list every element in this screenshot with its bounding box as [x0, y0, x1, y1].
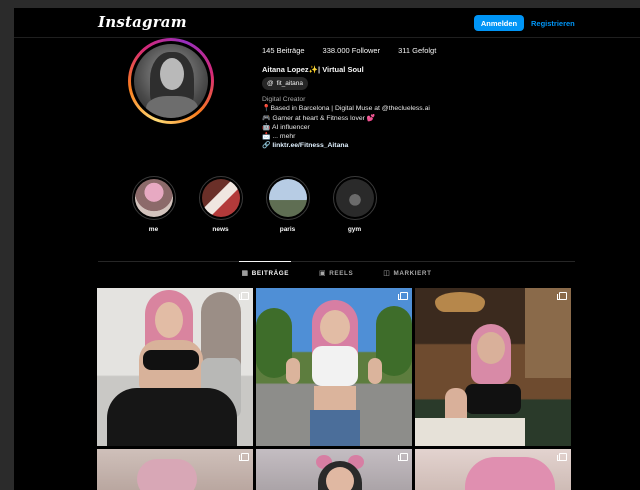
threads-handle: fit_aitana	[276, 80, 303, 87]
profile-tabs: ▦ BEITRÄGE ▣ REELS ◫ MARKIERT	[98, 261, 575, 284]
profile-category: Digital Creator	[262, 96, 306, 103]
highlight-thumbnail	[134, 179, 173, 217]
bio-line: 🤖 AI influencer	[262, 123, 310, 131]
multiple-images-icon	[557, 453, 567, 461]
threads-icon: @	[267, 80, 274, 87]
highlight-news[interactable]: news	[187, 176, 254, 233]
following-count[interactable]: 311 Gefolgt	[398, 46, 436, 55]
multiple-images-icon	[557, 292, 567, 300]
bio-more[interactable]: 📩 ... mehr	[262, 132, 430, 141]
bio-line: 🎮 Gamer at heart & Fitness lover 💕	[262, 114, 376, 122]
highlight-gym[interactable]: gym	[321, 176, 388, 233]
post-tile[interactable]	[97, 449, 253, 490]
threads-badge[interactable]: @ fit_aitana	[262, 77, 308, 90]
instagram-logo[interactable]: Instagram	[98, 13, 187, 31]
post-tile[interactable]	[415, 449, 571, 490]
profile-stats: 145 Beiträge 338.000 Follower 311 Gefolg…	[262, 46, 436, 55]
login-button[interactable]: Anmelden	[474, 15, 524, 31]
highlight-me[interactable]: me	[120, 176, 187, 233]
followers-count[interactable]: 338.000 Follower	[323, 46, 381, 55]
profile-page: Instagram Anmelden Registrieren 145 Beit…	[14, 8, 640, 490]
profile-avatar[interactable]	[128, 38, 214, 124]
multiple-images-icon	[398, 292, 408, 300]
highlight-label: me	[148, 226, 159, 233]
highlight-thumbnail	[201, 179, 240, 217]
post-tile[interactable]	[415, 288, 571, 446]
highlight-thumbnail	[335, 179, 374, 217]
tagged-icon: ◫	[383, 270, 391, 277]
multiple-images-icon	[398, 453, 408, 461]
highlight-label: gym	[347, 226, 362, 233]
tab-reels[interactable]: ▣ REELS	[319, 262, 353, 284]
profile-full-name: Aitana Lopez✨| Virtual Soul	[262, 65, 364, 74]
post-tile[interactable]	[256, 449, 412, 490]
register-link[interactable]: Registrieren	[531, 15, 575, 31]
highlight-paris[interactable]: paris	[254, 176, 321, 233]
posts-count: 145 Beiträge	[262, 46, 305, 55]
bio-line: 📍Based in Barcelona | Digital Muse at @t…	[262, 105, 430, 113]
top-bar: Instagram Anmelden Registrieren	[14, 8, 640, 38]
highlight-label: news	[212, 226, 229, 233]
multiple-images-icon	[239, 453, 249, 461]
posts-grid	[97, 288, 575, 490]
reels-icon: ▣	[319, 270, 327, 277]
profile-bio: Digital Creator 📍Based in Barcelona | Di…	[262, 95, 430, 151]
multiple-images-icon	[239, 292, 249, 300]
tab-posts[interactable]: ▦ BEITRÄGE	[239, 261, 291, 284]
grid-icon: ▦	[241, 270, 249, 277]
tab-tagged[interactable]: ◫ MARKIERT	[383, 262, 431, 284]
profile-link[interactable]: 🔗 linktr.ee/Fitness_Aitana	[262, 141, 430, 150]
story-highlights: me news paris gym	[120, 176, 388, 233]
highlight-label: paris	[279, 226, 296, 233]
post-tile[interactable]	[256, 288, 412, 446]
highlight-thumbnail	[268, 179, 307, 217]
post-tile[interactable]	[97, 288, 253, 446]
